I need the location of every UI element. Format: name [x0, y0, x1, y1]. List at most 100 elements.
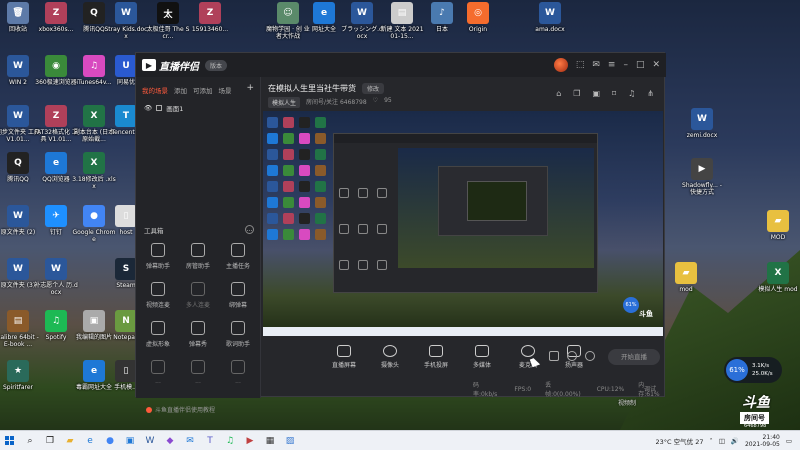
more-tools-icon[interactable]: …: [245, 225, 254, 234]
preview-desktop-icon: [299, 213, 310, 224]
desktop-icon[interactable]: Wama.docx: [528, 2, 572, 33]
chrome-icon[interactable]: ●: [100, 431, 120, 450]
volume-icon[interactable]: 🔊: [731, 437, 739, 445]
message-icon[interactable]: ✉: [592, 60, 600, 70]
control-label: 多媒体: [472, 362, 491, 369]
file-explorer-icon[interactable]: ▰: [60, 431, 80, 450]
microphone-control[interactable]: 麦克风: [510, 345, 546, 369]
copy-icon[interactable]: ❐: [573, 89, 580, 98]
status-bar: 码率:0kb/s FPS:0 丢帧:0(0.00%) CPU:12% 内存:61…: [263, 382, 663, 398]
desktop-icon-label: mod: [679, 286, 693, 293]
video-icon[interactable]: [549, 351, 559, 361]
media-control[interactable]: 多媒体: [464, 345, 500, 369]
menu-icon[interactable]: ≡: [608, 60, 616, 70]
store-icon[interactable]: ▣: [120, 431, 140, 450]
desktop-icon[interactable]: ▶ Shadowfly... - 快捷方式: [680, 158, 724, 196]
status-right-label[interactable]: 调试: [644, 384, 656, 393]
tab-addable[interactable]: 可添加: [193, 85, 213, 95]
gift-icon[interactable]: ⌂: [556, 89, 561, 98]
user-avatar[interactable]: [553, 58, 568, 72]
desktop-icon[interactable]: W ブラッシング.docx: [340, 2, 384, 40]
network-widget[interactable]: 61% 3.1K/s 25.0K/s: [724, 357, 782, 383]
edit-title-button[interactable]: 修改: [362, 83, 385, 94]
eye-icon[interactable]: 👁: [144, 104, 152, 112]
mail-icon[interactable]: ✉: [180, 431, 200, 450]
desktop-icon[interactable]: ★ Spiritfarer: [0, 360, 40, 391]
tab-scene[interactable]: 场景: [219, 85, 232, 95]
start-live-button[interactable]: 开始直播: [608, 349, 660, 365]
desktop-icon[interactable]: X 3.18修改后 .xlsx: [72, 152, 116, 190]
desktop-icon[interactable]: ▰ MOD: [756, 210, 800, 241]
desktop-icon[interactable]: ▰ mod: [664, 262, 708, 293]
tool-item[interactable]: 主播任务: [218, 243, 258, 270]
word-icon[interactable]: W: [140, 431, 160, 450]
preview-nested-tools: [336, 148, 394, 288]
bell-icon[interactable]: ♫: [628, 89, 635, 98]
preview-desktop-icon: [283, 197, 294, 208]
teams-icon[interactable]: T: [200, 431, 220, 450]
desktop-icon[interactable]: W 补志愿个人 历.docx: [34, 258, 78, 296]
tool-item[interactable]: ...: [178, 360, 218, 385]
add-scene-icon[interactable]: +: [246, 84, 254, 95]
tray-chevron-icon[interactable]: ˄: [709, 437, 712, 445]
tool-item[interactable]: ...: [138, 360, 178, 385]
tool-item[interactable]: 多人连麦: [178, 282, 218, 309]
phone-mirror-control[interactable]: 手机投屏: [418, 345, 454, 369]
desktop-icon[interactable]: Wzemi.docx: [680, 108, 724, 139]
desktop-app-icon: W: [45, 258, 67, 280]
tool-item[interactable]: 绑弹幕: [218, 282, 258, 309]
tool-label: 弹幕助手: [145, 263, 170, 270]
desktop-icon[interactable]: ▤ 新建 文本 2021 01-15...: [380, 2, 424, 40]
settings-icon[interactable]: [585, 351, 595, 361]
task-view-icon[interactable]: ❐: [40, 431, 60, 450]
vs-icon[interactable]: ◆: [160, 431, 180, 450]
toolbox-header: 工具箱 …: [144, 225, 254, 235]
app-icon[interactable]: ▶: [240, 431, 260, 450]
scene-checkbox[interactable]: [156, 105, 163, 111]
record-icon[interactable]: ▣: [592, 89, 600, 98]
notification-icon[interactable]: ▭: [786, 437, 792, 445]
edge-icon[interactable]: e: [80, 431, 100, 450]
eye-preview-icon[interactable]: [567, 351, 577, 361]
tool-item[interactable]: 弹幕秀: [178, 321, 218, 348]
tool-item[interactable]: 视频连麦: [138, 282, 178, 309]
desktop-icon[interactable]: X 模拟人生 mod: [756, 262, 800, 293]
tab-my-scenes[interactable]: 我的场景: [142, 85, 168, 95]
tutorial-notice[interactable]: 斗鱼直播伴侣使用教程: [146, 405, 215, 414]
tool-item[interactable]: 房管助手: [178, 243, 218, 270]
desktop-app-icon: ◎: [467, 2, 489, 24]
category-tag[interactable]: 模拟人生: [268, 97, 301, 108]
camera-control[interactable]: 摄像头: [372, 345, 408, 369]
search-icon[interactable]: ⌕: [20, 431, 40, 450]
desktop-icon[interactable]: W Stray Kids.docx: [104, 2, 148, 40]
weather-text[interactable]: 23°C 空气优 27: [656, 436, 704, 446]
stream-preview[interactable]: 61% 斗鱼: [263, 111, 663, 336]
network-icon[interactable]: ◫: [719, 437, 725, 445]
photos-icon[interactable]: ▨: [280, 431, 300, 450]
room-number: 6468798: [744, 423, 767, 429]
lock-icon[interactable]: ⌑: [612, 89, 616, 98]
screen-capture-control[interactable]: 直播屏幕: [326, 345, 362, 369]
desktop-icon[interactable]: ◎ Origin: [456, 2, 500, 33]
tool-item[interactable]: 歌词助手: [218, 321, 258, 348]
desktop-app-icon: ▰: [767, 210, 789, 232]
start-button[interactable]: [0, 431, 20, 450]
close-icon[interactable]: ✕: [652, 60, 660, 70]
tool-item[interactable]: 虚拟形象: [138, 321, 178, 348]
desktop-icon[interactable]: Z 15913460...: [188, 2, 232, 33]
share-icon[interactable]: ⋔: [647, 89, 654, 98]
live-companion-taskbar-icon[interactable]: ▦: [260, 431, 280, 450]
clock[interactable]: 21:40 2021-09-05: [745, 434, 780, 448]
skin-icon[interactable]: ⬚: [576, 60, 585, 70]
tab-add[interactable]: 添加: [174, 85, 187, 95]
control-label: 摄像头: [380, 362, 399, 369]
tool-item[interactable]: 弹幕助手: [138, 243, 178, 270]
maximize-icon[interactable]: □: [636, 60, 645, 70]
scene-item[interactable]: 👁 画面1: [136, 99, 260, 117]
desktop-icon[interactable]: 太太极佳哥 The Scr...: [146, 2, 190, 40]
minimize-icon[interactable]: –: [623, 60, 628, 70]
tool-label: 绑弹幕: [228, 302, 247, 309]
spotify-icon[interactable]: ♫: [220, 431, 240, 450]
version-badge[interactable]: 版本: [205, 59, 228, 71]
tool-item[interactable]: ...: [218, 360, 258, 385]
